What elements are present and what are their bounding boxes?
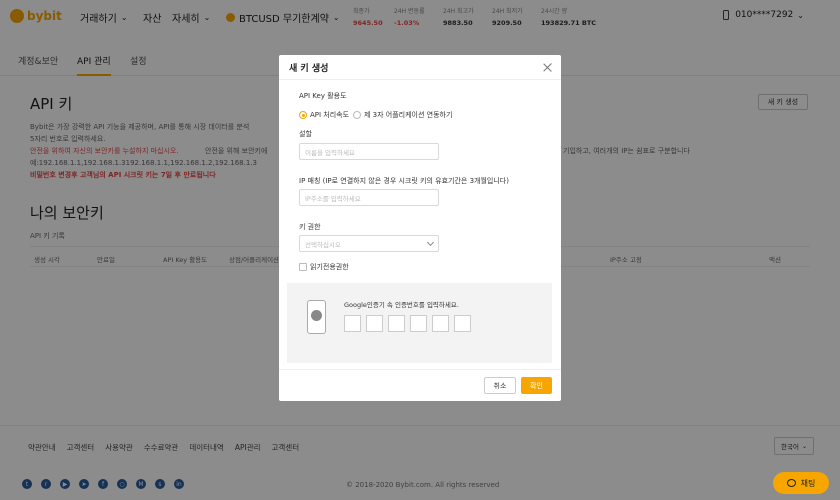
key-name-placeholder: 이름을 입력하세요 bbox=[305, 148, 355, 157]
key-name-input[interactable]: 이름을 입력하세요 bbox=[299, 143, 439, 160]
cancel-button[interactable]: 취소 bbox=[484, 377, 516, 394]
authenticator-phone-icon bbox=[307, 300, 326, 334]
radio-unselected-icon bbox=[353, 111, 361, 119]
read-only-label: 읽기전용권한 bbox=[310, 263, 349, 271]
auth-code-digit-2[interactable] bbox=[366, 315, 383, 332]
auth-code-digit-4[interactable] bbox=[410, 315, 427, 332]
confirm-button[interactable]: 확인 bbox=[521, 377, 552, 394]
auth-code-digit-1[interactable] bbox=[344, 315, 361, 332]
google-auth-instruction: Google인증기 속 인증번호를 입력하세요. bbox=[344, 301, 459, 309]
authenticator-logo-icon bbox=[311, 310, 322, 321]
radio-selected-icon bbox=[299, 111, 307, 119]
usage-option-api[interactable]: API 처리속도 bbox=[299, 110, 349, 120]
create-key-modal: 새 키 생성 API Key 활용도 API 처리속도 제 3자 어플리케이션 … bbox=[279, 55, 561, 401]
ip-binding-label: IP 매칭 (IP로 연결하지 않은 경우 시크릿 키의 유효기간은 3개월입니… bbox=[299, 177, 509, 185]
auth-code-digit-6[interactable] bbox=[454, 315, 471, 332]
key-permission-select[interactable]: 선택하십시오 bbox=[299, 235, 439, 252]
chat-bubble-icon bbox=[786, 479, 796, 487]
key-permission-placeholder: 선택하십시오 bbox=[305, 240, 341, 249]
close-icon[interactable] bbox=[542, 62, 554, 74]
modal-header-divider bbox=[279, 79, 561, 80]
ip-address-input[interactable]: IP주소를 입력하세요 bbox=[299, 189, 439, 206]
chat-label: 채팅 bbox=[800, 478, 816, 488]
auth-code-digit-5[interactable] bbox=[432, 315, 449, 332]
usage-option-third-party[interactable]: 제 3자 어플리케이션 연동하기 bbox=[353, 110, 452, 120]
ip-address-placeholder: IP주소를 입력하세요 bbox=[305, 194, 361, 203]
chevron-down-icon bbox=[426, 238, 435, 247]
read-only-checkbox[interactable]: 읽기전용권한 bbox=[299, 262, 349, 272]
checkbox-icon bbox=[299, 263, 307, 271]
modal-title: 새 키 생성 bbox=[289, 64, 329, 74]
modal-footer-divider bbox=[279, 369, 561, 370]
usage-option-label: API 처리속도 bbox=[310, 111, 350, 119]
auth-code-digit-3[interactable] bbox=[388, 315, 405, 332]
name-label: 설할 bbox=[299, 130, 312, 138]
usage-label: API Key 활용도 bbox=[299, 92, 347, 100]
google-auth-panel: Google인증기 속 인증번호를 입력하세요. bbox=[287, 283, 552, 363]
chat-button[interactable]: 채팅 bbox=[773, 472, 829, 494]
usage-option-label: 제 3자 어플리케이션 연동하기 bbox=[364, 111, 453, 119]
key-permission-label: 키 권한 bbox=[299, 223, 321, 231]
